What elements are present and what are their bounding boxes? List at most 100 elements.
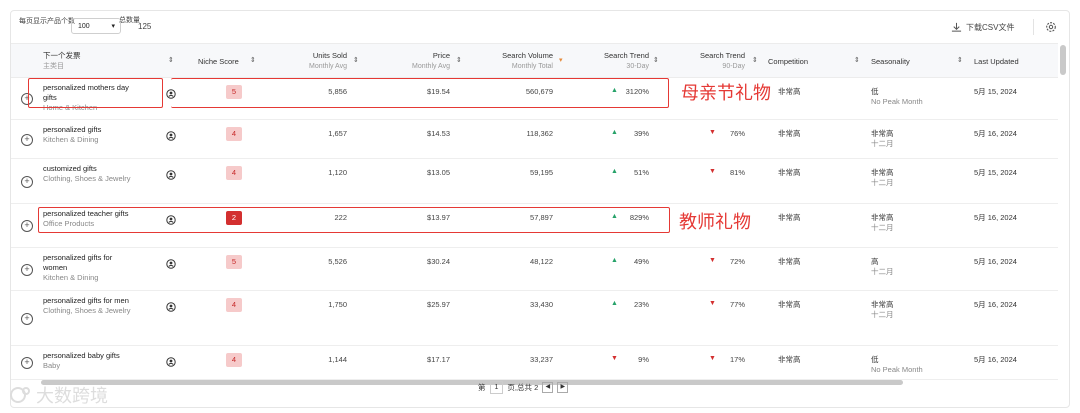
seasonality-cell: 低 No Peak Month bbox=[871, 87, 923, 106]
table-row[interactable]: + personalized gifts for women Kitchen &… bbox=[11, 247, 1058, 291]
sort-icon[interactable]: ⇕ bbox=[653, 56, 659, 64]
prev-page-icon[interactable]: ◀ bbox=[542, 382, 554, 393]
arrow-up-icon: ▲ bbox=[611, 257, 618, 264]
sort-icon[interactable]: ⇕ bbox=[250, 56, 256, 64]
competition-cell: 非常高 bbox=[778, 257, 801, 266]
seasonality-cell: 低 No Peak Month bbox=[871, 355, 923, 374]
pager-total: 页,总共 2 bbox=[507, 383, 539, 392]
plus-circle-icon[interactable]: + bbox=[21, 134, 33, 146]
competition-cell: 非常高 bbox=[778, 355, 801, 364]
sort-desc-icon[interactable]: ▾ bbox=[559, 56, 563, 64]
col-search-volume[interactable]: Search Volume Monthly Total bbox=[491, 50, 553, 72]
arrow-down-icon: ▼ bbox=[611, 355, 618, 362]
table-row[interactable]: + personalized gifts for men Clothing, S… bbox=[11, 290, 1058, 346]
niche-name[interactable]: personalized gifts for men Clothing, Sho… bbox=[43, 296, 133, 316]
col-seasonality[interactable]: Seasonality bbox=[871, 56, 910, 67]
units-sold-cell: 5,526 bbox=[328, 257, 347, 266]
vertical-scrollbar[interactable] bbox=[1060, 45, 1066, 75]
niche-score-badge: 4 bbox=[226, 298, 242, 312]
pin-icon[interactable] bbox=[166, 302, 176, 312]
niche-name[interactable]: personalized gifts for women Kitchen & D… bbox=[43, 253, 133, 283]
pin-icon[interactable] bbox=[166, 259, 176, 269]
pin-icon[interactable] bbox=[166, 131, 176, 141]
niche-score-badge: 5 bbox=[226, 255, 242, 269]
table-toolbar: 每页显示产品个数 100 ▾ 总数量 125 下载CSV文件 bbox=[11, 11, 1069, 43]
per-page-select[interactable]: 100 ▾ bbox=[71, 18, 121, 34]
toolbar-divider bbox=[1033, 19, 1034, 35]
search-volume-cell: 33,237 bbox=[530, 355, 553, 364]
pin-icon[interactable] bbox=[166, 357, 176, 367]
download-csv-button[interactable]: 下载CSV文件 bbox=[951, 22, 1014, 33]
highlight-box-mothers-ext bbox=[171, 78, 669, 108]
pagination: 第 1 页,总共 2 ◀ ▶ bbox=[478, 381, 569, 394]
competition-cell: 非常高 bbox=[778, 87, 801, 96]
sort-icon[interactable]: ⇕ bbox=[957, 56, 963, 64]
table-row[interactable]: + personalized gifts Kitchen & Dining 4 … bbox=[11, 119, 1058, 159]
horizontal-scrollbar[interactable] bbox=[41, 380, 903, 385]
watermark-text: 大数跨境 bbox=[36, 386, 108, 407]
arrow-down-icon: ▼ bbox=[709, 168, 716, 175]
trend-90-cell: ▼ 17% bbox=[709, 355, 745, 364]
col-niche-score[interactable]: Niche Score bbox=[198, 56, 239, 67]
plus-circle-icon[interactable]: + bbox=[21, 357, 33, 369]
col-units-sold[interactable]: Units Sold Monthly Avg bbox=[291, 50, 347, 72]
col-price[interactable]: Price Monthly Avg bbox=[396, 50, 450, 72]
niche-name[interactable]: personalized gifts Kitchen & Dining bbox=[43, 125, 133, 145]
col-competition[interactable]: Competition bbox=[768, 56, 808, 67]
highlight-box-teacher bbox=[38, 207, 670, 233]
seasonality-cell: 非常高 十二月 bbox=[871, 129, 894, 148]
arrow-down-icon: ▼ bbox=[709, 300, 716, 307]
watermark: 大数跨境 bbox=[10, 382, 108, 408]
sort-icon[interactable]: ⇕ bbox=[353, 56, 359, 64]
col-search-trend-30[interactable]: Search Trend 30-Day bbox=[589, 50, 649, 72]
price-cell: $13.05 bbox=[427, 168, 450, 177]
plus-circle-icon[interactable]: + bbox=[21, 220, 33, 232]
pin-icon[interactable] bbox=[166, 170, 176, 180]
page-input[interactable]: 1 bbox=[489, 381, 504, 394]
trend-30-cell: ▼ 9% bbox=[611, 355, 649, 364]
trend-30-cell: ▲ 23% bbox=[611, 300, 649, 309]
col-search-trend-90[interactable]: Search Trend 90-Day bbox=[685, 50, 745, 72]
sort-icon[interactable]: ⇕ bbox=[752, 56, 758, 64]
table-row[interactable]: + personalized baby gifts Baby 4 1,144 $… bbox=[11, 345, 1058, 380]
annotation-teacher: 教师礼物 bbox=[679, 212, 751, 233]
next-page-icon[interactable]: ▶ bbox=[557, 382, 569, 393]
niche-category: Kitchen & Dining bbox=[43, 273, 99, 282]
sort-icon[interactable]: ⇕ bbox=[854, 56, 860, 64]
price-cell: $17.17 bbox=[427, 355, 450, 364]
table-row[interactable]: + customized gifts Clothing, Shoes & Jew… bbox=[11, 158, 1058, 204]
col-next-niche[interactable]: 下一个发票 主类目 bbox=[43, 50, 81, 72]
sort-icon[interactable]: ⇕ bbox=[456, 56, 462, 64]
per-page-value: 100 bbox=[78, 23, 90, 30]
niche-name[interactable]: personalized baby gifts Baby bbox=[43, 351, 133, 371]
arrow-up-icon: ▲ bbox=[611, 129, 618, 136]
search-volume-cell: 118,362 bbox=[526, 129, 553, 138]
gear-icon[interactable] bbox=[1045, 21, 1057, 33]
per-page-label: 每页显示产品个数 bbox=[19, 18, 75, 25]
niche-score-badge: 4 bbox=[226, 127, 242, 141]
plus-circle-icon[interactable]: + bbox=[21, 313, 33, 325]
plus-circle-icon[interactable]: + bbox=[21, 264, 33, 276]
search-volume-cell: 48,122 bbox=[530, 257, 553, 266]
search-volume-cell: 59,195 bbox=[530, 168, 553, 177]
trend-30-cell: ▲ 51% bbox=[611, 168, 649, 177]
niche-table-card: 每页显示产品个数 100 ▾ 总数量 125 下载CSV文件 下一个发票 主类目… bbox=[10, 10, 1070, 408]
niche-name[interactable]: customized gifts Clothing, Shoes & Jewel… bbox=[43, 164, 133, 184]
arrow-down-icon: ▼ bbox=[709, 257, 716, 264]
trend-90-cell: ▼ 76% bbox=[709, 129, 745, 138]
price-cell: $30.24 bbox=[427, 257, 450, 266]
sort-icon[interactable]: ⇕ bbox=[168, 56, 174, 64]
arrow-down-icon: ▼ bbox=[709, 129, 716, 136]
col-last-updated[interactable]: Last Updated bbox=[974, 56, 1019, 67]
competition-cell: 非常高 bbox=[778, 300, 801, 309]
competition-cell: 非常高 bbox=[778, 129, 801, 138]
seasonality-cell: 高 十二月 bbox=[871, 257, 894, 276]
trend-90-cell: ▼ 72% bbox=[709, 257, 745, 266]
plus-circle-icon[interactable]: + bbox=[21, 176, 33, 188]
download-csv-label: 下载CSV文件 bbox=[966, 23, 1015, 32]
last-updated-cell: 5月 16, 2024 bbox=[974, 355, 1017, 364]
last-updated-cell: 5月 15, 2024 bbox=[974, 87, 1017, 96]
search-volume-cell: 33,430 bbox=[530, 300, 553, 309]
trend-90-cell: ▼ 77% bbox=[709, 300, 745, 309]
last-updated-cell: 5月 15, 2024 bbox=[974, 168, 1017, 177]
